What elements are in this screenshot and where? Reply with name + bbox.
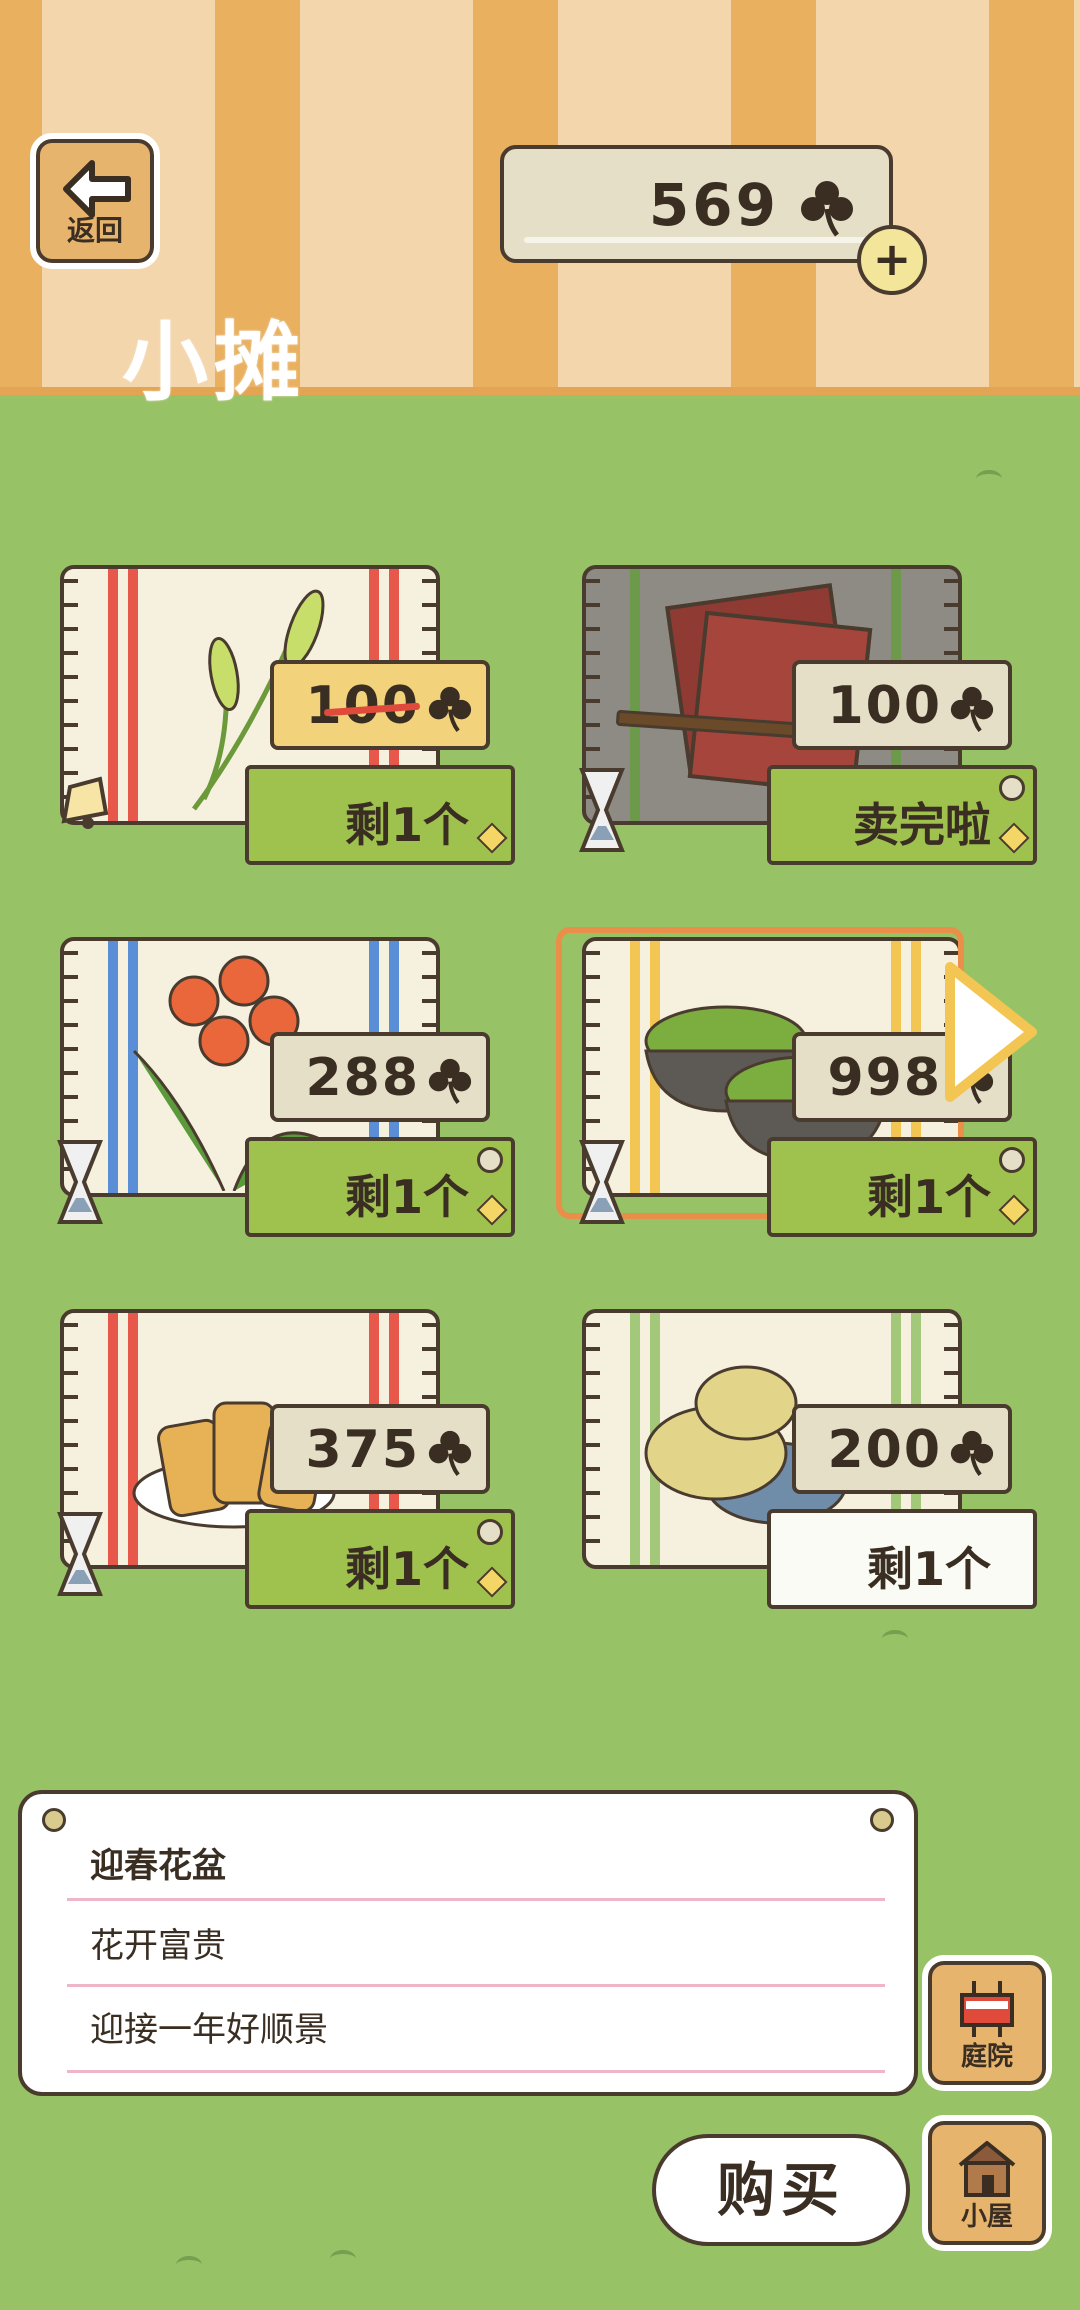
price-tag: 200	[792, 1404, 1012, 1494]
stock-text: 剩1个	[866, 1170, 991, 1224]
hourglass-icon	[579, 768, 625, 852]
description-line: 迎接一年好顺景	[90, 2010, 328, 2050]
stock-text: 剩1个	[344, 1170, 469, 1224]
clock-icon	[999, 1147, 1025, 1173]
price-value: 998	[827, 1048, 942, 1108]
stock-label: 剩1个	[767, 1509, 1037, 1609]
grass-decor	[330, 2250, 356, 2268]
house-icon	[958, 2141, 1016, 2197]
house-label: 小屋	[960, 2202, 1013, 2232]
price-value: 375	[305, 1420, 420, 1480]
price-tag: 100	[270, 660, 490, 750]
next-arrow-icon[interactable]	[942, 957, 1042, 1107]
divider	[67, 1984, 885, 1987]
clover-icon	[950, 686, 994, 733]
page-title: 小摊	[122, 313, 306, 413]
stock-label: 剩1个	[245, 1137, 515, 1237]
pin-icon	[42, 1808, 66, 1832]
price-tag: 288	[270, 1032, 490, 1122]
stock-text: 剩1个	[866, 1542, 991, 1596]
description-line: 花开富贵	[90, 1926, 226, 1966]
yard-label: 庭院	[960, 2042, 1013, 2072]
shop-item-clivia[interactable]: 288 剩1个	[40, 927, 515, 1247]
shop-item-calligraphy[interactable]: 100 卖完啦	[562, 555, 1037, 875]
back-label: 返回	[66, 214, 123, 247]
buy-button[interactable]: 购买	[652, 2134, 910, 2246]
stock-label: 剩1个	[245, 765, 515, 865]
divider	[67, 2070, 885, 2073]
clock-icon	[999, 775, 1025, 801]
currency-amount: 569	[648, 171, 779, 239]
shop-item-rope[interactable]: 200 剩1个	[562, 1299, 1037, 1619]
divider	[67, 1898, 885, 1901]
yard-button[interactable]: 庭院	[922, 1955, 1052, 2091]
house-button[interactable]: 小屋	[922, 2115, 1052, 2251]
shop-item-foxtail[interactable]: 100 剩1个	[40, 555, 515, 875]
item-name: 迎春花盆	[90, 1846, 226, 1886]
yard-icon	[960, 1981, 1014, 2037]
stock-text: 剩1个	[344, 1542, 469, 1596]
stock-label: 剩1个	[245, 1509, 515, 1609]
hourglass-icon	[57, 1512, 103, 1596]
currency-display: 569	[500, 145, 893, 263]
grass-decor	[976, 470, 1002, 488]
pin-icon	[870, 1808, 894, 1832]
stock-text: 卖完啦	[853, 798, 991, 852]
stock-text: 剩1个	[344, 798, 469, 852]
stock-label: 卖完啦	[767, 765, 1037, 865]
bell-icon	[61, 776, 109, 829]
grass-decor	[882, 1630, 908, 1648]
shop-item-moss-pots[interactable]: 998 剩1个	[556, 927, 1037, 1247]
clock-icon	[477, 1147, 503, 1173]
shop-item-spring-rolls[interactable]: 375 剩1个	[40, 1299, 515, 1619]
grass-decor	[176, 2256, 202, 2274]
hourglass-icon	[57, 1140, 103, 1224]
clover-icon	[428, 1058, 472, 1105]
add-currency-button[interactable]: +	[857, 225, 927, 295]
clover-icon	[428, 686, 472, 733]
clover-icon	[428, 1430, 472, 1477]
clock-icon	[477, 1519, 503, 1545]
clover-icon	[801, 181, 853, 237]
price-value: 288	[305, 1048, 420, 1108]
stock-label: 剩1个	[767, 1137, 1037, 1237]
item-description-card: 迎春花盆 花开富贵 迎接一年好顺景	[18, 1790, 918, 2096]
price-value: 200	[827, 1420, 942, 1480]
price-value: 100	[827, 676, 942, 736]
back-button[interactable]: 返回	[30, 133, 160, 269]
price-tag: 375	[270, 1404, 490, 1494]
currency-underline	[524, 237, 869, 243]
price-tag: 100	[792, 660, 1012, 750]
clover-icon	[950, 1430, 994, 1477]
hourglass-icon	[579, 1140, 625, 1224]
